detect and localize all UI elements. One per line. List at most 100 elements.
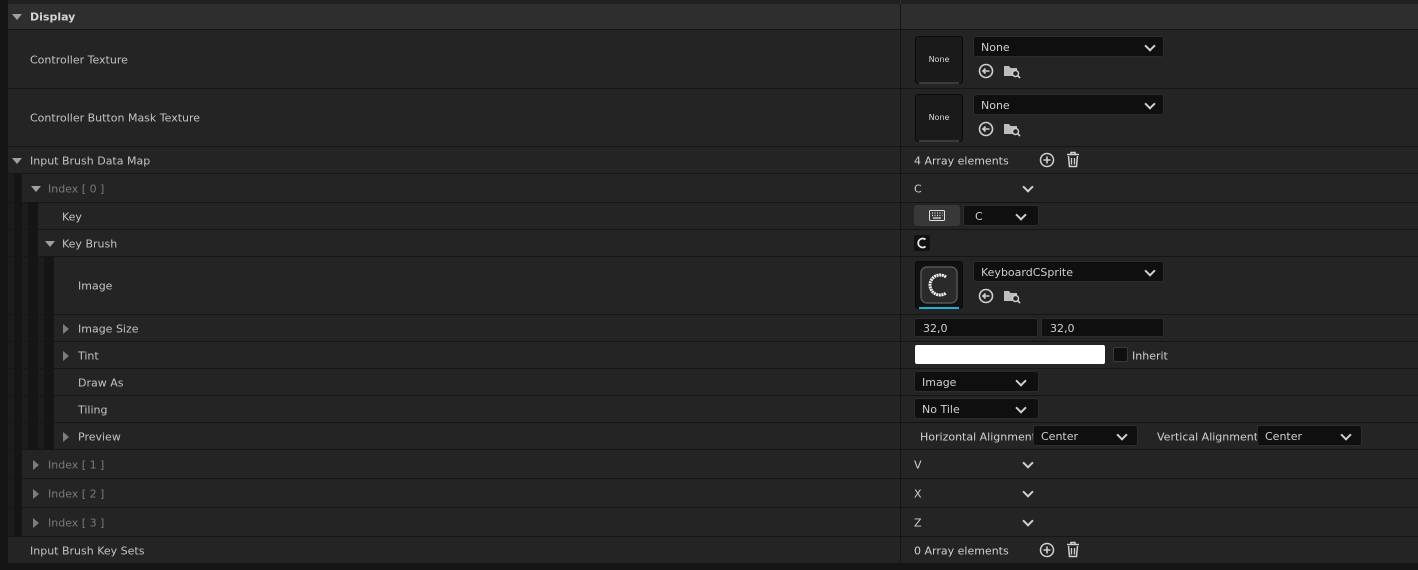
inherit-label: Inherit [1132, 349, 1168, 362]
tint-label: Tint [78, 349, 99, 362]
indent-gutter [8, 479, 14, 507]
display-section-header[interactable]: Display [0, 4, 1418, 30]
index-1-expand-arrow-icon[interactable] [33, 459, 39, 470]
image-size-x-field[interactable]: 32,0 [914, 318, 1038, 337]
image-thumbnail[interactable] [915, 261, 963, 309]
chevron-down-icon [1015, 209, 1027, 221]
use-selected-asset-icon[interactable] [978, 288, 994, 304]
image-row: Image KeyboardCSprite [0, 257, 1418, 315]
display-collapse-arrow-icon[interactable] [12, 14, 22, 20]
chevron-down-icon [1144, 98, 1156, 110]
image-label: Image [78, 279, 113, 293]
horizontal-alignment-value: Center [1041, 430, 1079, 443]
indent-gutter [8, 315, 14, 341]
index-1-row[interactable]: Index [ 1 ] V [0, 450, 1418, 479]
preview-label: Preview [78, 430, 121, 443]
indent-gutter [8, 508, 14, 536]
key-brush-preview-icon [914, 235, 930, 251]
index-2-expand-arrow-icon[interactable] [33, 488, 39, 499]
image-size-label: Image Size [78, 322, 139, 335]
image-size-x-value: 32,0 [923, 322, 948, 335]
horizontal-alignment-combo[interactable]: Center [1033, 425, 1138, 446]
keyboard-c-sprite-icon [920, 266, 958, 304]
preview-row[interactable]: Preview Horizontal Alignment Center Vert… [0, 423, 1418, 450]
index-3-value: Z [914, 516, 922, 529]
keyboard-icon-button[interactable] [914, 205, 960, 226]
indent-gutter [22, 396, 28, 422]
indent-gutter [8, 423, 14, 449]
image-size-row[interactable]: Image Size 32,0 32,0 [0, 315, 1418, 342]
index-0-collapse-arrow-icon[interactable] [31, 185, 41, 192]
indent-gutter [8, 396, 14, 422]
inherit-checkbox[interactable] [1113, 347, 1128, 362]
tiling-value: No Tile [922, 403, 960, 416]
browse-asset-icon[interactable] [1003, 63, 1021, 79]
tint-row[interactable]: Tint Inherit [0, 342, 1418, 369]
controller-texture-row: Controller Texture None None [0, 30, 1418, 89]
tint-expand-arrow-icon[interactable] [63, 350, 69, 361]
index-2-value: X [914, 487, 922, 500]
image-asset-combo[interactable]: KeyboardCSprite [973, 261, 1164, 282]
indent-gutter [38, 257, 44, 314]
mask-texture-thumbnail[interactable]: None [915, 94, 963, 142]
input-brush-data-map-row[interactable]: Input Brush Data Map 4 Array elements [0, 147, 1418, 174]
display-section-label: Display [30, 10, 76, 24]
mask-texture-asset-combo[interactable]: None [973, 94, 1164, 115]
image-size-y-field[interactable]: 32,0 [1041, 318, 1164, 337]
controller-texture-thumb-text: None [928, 55, 950, 64]
chevron-down-icon [1015, 375, 1027, 387]
asset-combo-value: None [981, 99, 1010, 112]
indent-gutter [8, 342, 14, 368]
use-selected-asset-icon[interactable] [978, 63, 994, 79]
index-2-label: Index [ 2 ] [48, 487, 105, 500]
tiling-row: Tiling No Tile [0, 396, 1418, 423]
asset-combo-value: None [981, 41, 1010, 54]
input-brush-key-sets-row: Input Brush Key Sets 0 Array elements [0, 537, 1418, 564]
index-2-row[interactable]: Index [ 2 ] X [0, 479, 1418, 508]
delete-all-icon[interactable] [1065, 151, 1081, 168]
image-size-expand-arrow-icon[interactable] [63, 323, 69, 334]
indent-gutter [8, 230, 14, 256]
draw-as-combo[interactable]: Image [914, 371, 1039, 392]
key-brush-row[interactable]: Key Brush [0, 230, 1418, 257]
key-row: Key C [0, 203, 1418, 230]
key-brush-collapse-arrow-icon[interactable] [45, 240, 55, 247]
controller-texture-asset-combo[interactable]: None [973, 36, 1164, 57]
vertical-alignment-value: Center [1265, 430, 1303, 443]
indent-gutter [8, 450, 14, 478]
chevron-down-icon [1015, 402, 1027, 414]
horizontal-alignment-label: Horizontal Alignment [920, 430, 1037, 443]
indent-gutter [38, 369, 44, 395]
vertical-alignment-label: Vertical Alignment [1157, 430, 1259, 443]
controller-texture-label: Controller Texture [30, 53, 128, 66]
index-3-row[interactable]: Index [ 3 ] Z [0, 508, 1418, 537]
chevron-down-icon [1144, 265, 1156, 277]
chevron-down-icon [1116, 429, 1128, 441]
controller-texture-thumbnail[interactable]: None [915, 36, 963, 84]
index-0-row[interactable]: Index [ 0 ] C [0, 174, 1418, 203]
tiling-combo[interactable]: No Tile [914, 398, 1039, 419]
vertical-alignment-combo[interactable]: Center [1257, 425, 1362, 446]
browse-asset-icon[interactable] [1003, 288, 1021, 304]
indent-gutter [22, 230, 28, 256]
use-selected-asset-icon[interactable] [978, 121, 994, 137]
preview-expand-arrow-icon[interactable] [63, 431, 69, 442]
add-element-icon[interactable] [1039, 542, 1055, 558]
data-map-collapse-arrow-icon[interactable] [12, 157, 22, 164]
indent-gutter [22, 369, 28, 395]
chevron-down-icon [1340, 429, 1352, 441]
indent-gutter [22, 257, 28, 314]
indent-gutter [22, 342, 28, 368]
data-map-count: 4 Array elements [914, 154, 1009, 167]
thumb-underline [919, 82, 959, 84]
indent-gutter [8, 369, 14, 395]
browse-asset-icon[interactable] [1003, 121, 1021, 137]
tint-color-swatch[interactable] [915, 345, 1105, 364]
delete-all-icon[interactable] [1065, 541, 1081, 558]
key-combo[interactable]: C [963, 205, 1039, 226]
index-3-expand-arrow-icon[interactable] [33, 517, 39, 528]
draw-as-value: Image [922, 376, 957, 389]
indent-gutter [38, 315, 44, 341]
indent-gutter [38, 342, 44, 368]
add-element-icon[interactable] [1039, 152, 1055, 168]
